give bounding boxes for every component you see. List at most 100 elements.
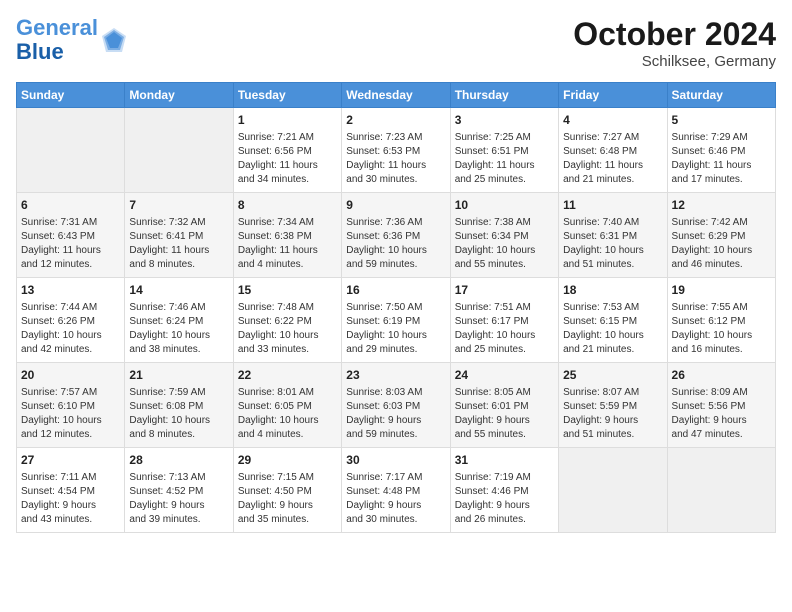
day-number: 2	[346, 112, 445, 129]
day-number: 8	[238, 197, 337, 214]
weekday-header-saturday: Saturday	[667, 83, 775, 108]
day-info: Sunrise: 8:05 AM Sunset: 6:01 PM Dayligh…	[455, 386, 554, 442]
calendar-cell: 14 Sunrise: 7:46 AM Sunset: 6:24 PM Dayli…	[125, 278, 233, 363]
weekday-header-monday: Monday	[125, 83, 233, 108]
day-number: 3	[455, 112, 554, 129]
calendar-cell: 8 Sunrise: 7:34 AM Sunset: 6:38 PM Daylig…	[233, 193, 341, 278]
day-number: 14	[129, 282, 228, 299]
day-number: 19	[672, 282, 771, 299]
calendar-cell	[125, 108, 233, 193]
calendar-cell: 22 Sunrise: 8:01 AM Sunset: 6:05 PM Dayli…	[233, 363, 341, 448]
calendar-table: SundayMondayTuesdayWednesdayThursdayFrid…	[16, 82, 776, 533]
day-info: Sunrise: 7:57 AM Sunset: 6:10 PM Dayligh…	[21, 386, 120, 442]
day-number: 29	[238, 452, 337, 469]
day-number: 30	[346, 452, 445, 469]
title-block: October 2024 Schilksee, Germany	[573, 16, 776, 70]
day-number: 26	[672, 367, 771, 384]
day-info: Sunrise: 7:51 AM Sunset: 6:17 PM Dayligh…	[455, 301, 554, 357]
day-number: 20	[21, 367, 120, 384]
day-info: Sunrise: 8:03 AM Sunset: 6:03 PM Dayligh…	[346, 386, 445, 442]
weekday-header-sunday: Sunday	[17, 83, 125, 108]
day-number: 9	[346, 197, 445, 214]
day-number: 13	[21, 282, 120, 299]
day-number: 6	[21, 197, 120, 214]
day-info: Sunrise: 7:25 AM Sunset: 6:51 PM Dayligh…	[455, 131, 554, 187]
day-info: Sunrise: 7:11 AM Sunset: 4:54 PM Dayligh…	[21, 471, 120, 527]
day-info: Sunrise: 7:13 AM Sunset: 4:52 PM Dayligh…	[129, 471, 228, 527]
calendar-cell: 17Sunrise: 7:51 AM Sunset: 6:17 PM Dayli…	[450, 278, 558, 363]
day-info: Sunrise: 7:48 AM Sunset: 6:22 PM Dayligh…	[238, 301, 337, 357]
day-info: Sunrise: 8:09 AM Sunset: 5:56 PM Dayligh…	[672, 386, 771, 442]
day-info: Sunrise: 8:01 AM Sunset: 6:05 PM Dayligh…	[238, 386, 337, 442]
calendar-cell: 1Sunrise: 7:21 AM Sunset: 6:56 PM Daylig…	[233, 108, 341, 193]
calendar-cell: 23 Sunrise: 8:03 AM Sunset: 6:03 PM Dayli…	[342, 363, 450, 448]
day-info: Sunrise: 7:53 AM Sunset: 6:15 PM Dayligh…	[563, 301, 662, 357]
calendar-cell: 29 Sunrise: 7:15 AM Sunset: 4:50 PM Dayli…	[233, 448, 341, 533]
calendar-week-row: 6 Sunrise: 7:31 AM Sunset: 6:43 PM Daylig…	[17, 193, 776, 278]
day-info: Sunrise: 8:07 AM Sunset: 5:59 PM Dayligh…	[563, 386, 662, 442]
calendar-cell: 16Sunrise: 7:50 AM Sunset: 6:19 PM Dayli…	[342, 278, 450, 363]
day-info: Sunrise: 7:29 AM Sunset: 6:46 PM Dayligh…	[672, 131, 771, 187]
day-number: 4	[563, 112, 662, 129]
calendar-week-row: 1Sunrise: 7:21 AM Sunset: 6:56 PM Daylig…	[17, 108, 776, 193]
day-number: 22	[238, 367, 337, 384]
day-info: Sunrise: 7:19 AM Sunset: 4:46 PM Dayligh…	[455, 471, 554, 527]
calendar-week-row: 27 Sunrise: 7:11 AM Sunset: 4:54 PM Dayli…	[17, 448, 776, 533]
calendar-cell: 4Sunrise: 7:27 AM Sunset: 6:48 PM Daylig…	[559, 108, 667, 193]
weekday-header-thursday: Thursday	[450, 83, 558, 108]
calendar-cell: 28 Sunrise: 7:13 AM Sunset: 4:52 PM Dayli…	[125, 448, 233, 533]
calendar-cell: 12 Sunrise: 7:42 AM Sunset: 6:29 PM Dayli…	[667, 193, 775, 278]
weekday-header-wednesday: Wednesday	[342, 83, 450, 108]
day-info: Sunrise: 7:34 AM Sunset: 6:38 PM Dayligh…	[238, 216, 337, 272]
day-info: Sunrise: 7:31 AM Sunset: 6:43 PM Dayligh…	[21, 216, 120, 272]
day-info: Sunrise: 7:42 AM Sunset: 6:29 PM Dayligh…	[672, 216, 771, 272]
day-info: Sunrise: 7:15 AM Sunset: 4:50 PM Dayligh…	[238, 471, 337, 527]
calendar-cell: 5 Sunrise: 7:29 AM Sunset: 6:46 PM Daylig…	[667, 108, 775, 193]
calendar-cell: 7 Sunrise: 7:32 AM Sunset: 6:41 PM Daylig…	[125, 193, 233, 278]
calendar-cell: 6 Sunrise: 7:31 AM Sunset: 6:43 PM Daylig…	[17, 193, 125, 278]
calendar-cell: 13 Sunrise: 7:44 AM Sunset: 6:26 PM Dayli…	[17, 278, 125, 363]
calendar-cell: 15 Sunrise: 7:48 AM Sunset: 6:22 PM Dayli…	[233, 278, 341, 363]
calendar-cell	[559, 448, 667, 533]
day-number: 25	[563, 367, 662, 384]
day-info: Sunrise: 7:46 AM Sunset: 6:24 PM Dayligh…	[129, 301, 228, 357]
day-number: 15	[238, 282, 337, 299]
day-info: Sunrise: 7:38 AM Sunset: 6:34 PM Dayligh…	[455, 216, 554, 272]
calendar-cell: 3 Sunrise: 7:25 AM Sunset: 6:51 PM Daylig…	[450, 108, 558, 193]
day-number: 10	[455, 197, 554, 214]
day-number: 23	[346, 367, 445, 384]
day-number: 18	[563, 282, 662, 299]
calendar-cell: 31 Sunrise: 7:19 AM Sunset: 4:46 PM Dayli…	[450, 448, 558, 533]
day-number: 31	[455, 452, 554, 469]
calendar-cell: 19 Sunrise: 7:55 AM Sunset: 6:12 PM Dayli…	[667, 278, 775, 363]
page-header: General Blue October 2024 Schilksee, Ger…	[16, 16, 776, 70]
calendar-cell	[667, 448, 775, 533]
day-info: Sunrise: 7:55 AM Sunset: 6:12 PM Dayligh…	[672, 301, 771, 357]
weekday-header-friday: Friday	[559, 83, 667, 108]
day-number: 24	[455, 367, 554, 384]
day-info: Sunrise: 7:17 AM Sunset: 4:48 PM Dayligh…	[346, 471, 445, 527]
calendar-cell: 18 Sunrise: 7:53 AM Sunset: 6:15 PM Dayli…	[559, 278, 667, 363]
calendar-cell: 30 Sunrise: 7:17 AM Sunset: 4:48 PM Dayli…	[342, 448, 450, 533]
calendar-cell: 21Sunrise: 7:59 AM Sunset: 6:08 PM Dayli…	[125, 363, 233, 448]
day-info: Sunrise: 7:50 AM Sunset: 6:19 PM Dayligh…	[346, 301, 445, 357]
day-number: 5	[672, 112, 771, 129]
calendar-cell: 25 Sunrise: 8:07 AM Sunset: 5:59 PM Dayli…	[559, 363, 667, 448]
day-number: 11	[563, 197, 662, 214]
day-info: Sunrise: 7:40 AM Sunset: 6:31 PM Dayligh…	[563, 216, 662, 272]
day-number: 12	[672, 197, 771, 214]
day-info: Sunrise: 7:32 AM Sunset: 6:41 PM Dayligh…	[129, 216, 228, 272]
day-number: 27	[21, 452, 120, 469]
calendar-cell: 24 Sunrise: 8:05 AM Sunset: 6:01 PM Dayli…	[450, 363, 558, 448]
calendar-cell: 26 Sunrise: 8:09 AM Sunset: 5:56 PM Dayli…	[667, 363, 775, 448]
day-info: Sunrise: 7:59 AM Sunset: 6:08 PM Dayligh…	[129, 386, 228, 442]
day-info: Sunrise: 7:21 AM Sunset: 6:56 PM Dayligh…	[238, 131, 337, 187]
day-info: Sunrise: 7:44 AM Sunset: 6:26 PM Dayligh…	[21, 301, 120, 357]
calendar-cell: 11 Sunrise: 7:40 AM Sunset: 6:31 PM Dayli…	[559, 193, 667, 278]
weekday-header-row: SundayMondayTuesdayWednesdayThursdayFrid…	[17, 83, 776, 108]
calendar-cell: 20 Sunrise: 7:57 AM Sunset: 6:10 PM Dayli…	[17, 363, 125, 448]
logo: General Blue	[16, 16, 128, 64]
day-number: 28	[129, 452, 228, 469]
day-number: 7	[129, 197, 228, 214]
calendar-week-row: 20 Sunrise: 7:57 AM Sunset: 6:10 PM Dayli…	[17, 363, 776, 448]
